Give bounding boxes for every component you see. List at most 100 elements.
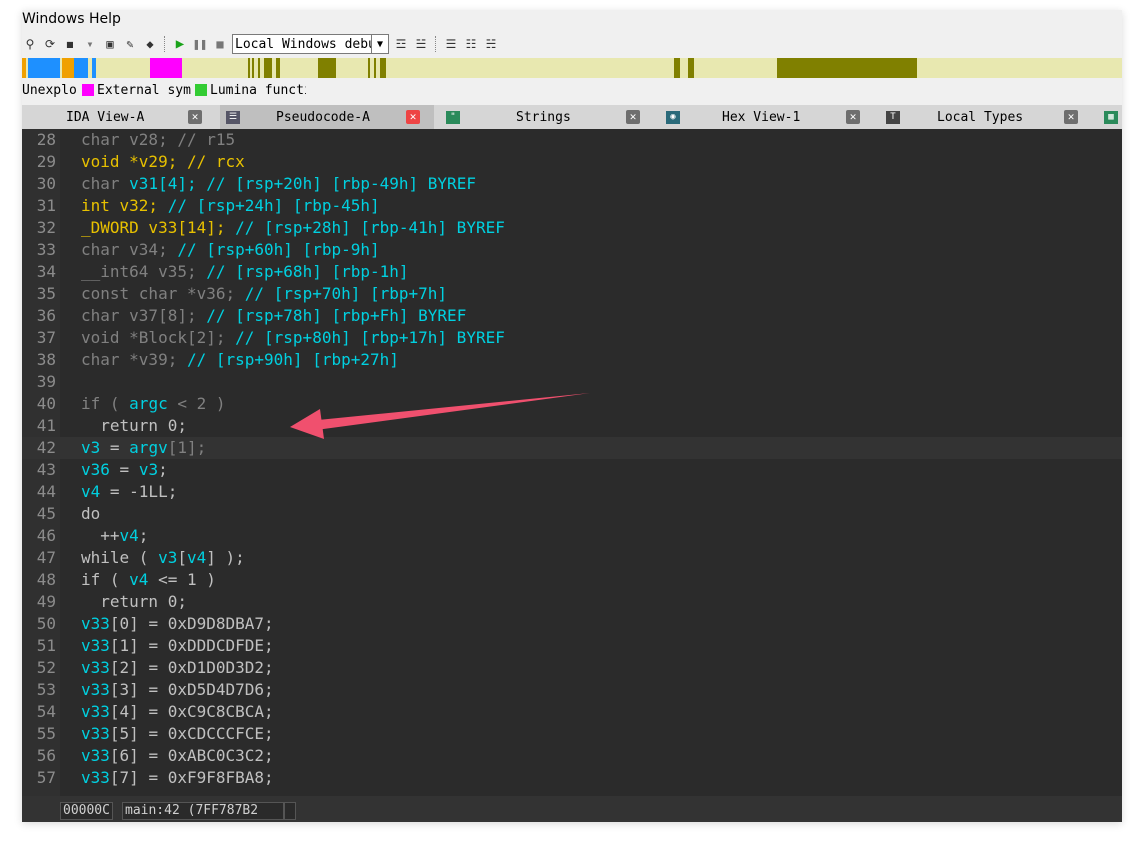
code-line[interactable]: 39 [22,371,1122,393]
code-text: v33[7] = 0xF9F8FBA8; [81,767,274,789]
line-number: 46 [36,526,56,545]
code-line[interactable]: 44 v4 = -1LL; [22,481,1122,503]
tab-bar: IDA View-A ✕ ☰ Pseudocode-A ✕ " Strings … [22,105,1122,129]
code-line[interactable]: 34 __int64 v35; // [rsp+68h] [rbp-1h] [22,261,1122,283]
code-line[interactable]: 46 ++v4; [22,525,1122,547]
dropdown-arrow-icon[interactable]: ▾ [82,36,98,52]
breakpoint-list-icon[interactable]: ☷ [463,36,479,52]
line-number: 43 [36,460,56,479]
line-number: 38 [36,350,56,369]
line-number: 39 [36,372,56,391]
stop-icon[interactable]: ■ [212,36,228,52]
code-line[interactable]: 43 v36 = v3; [22,459,1122,481]
close-icon[interactable]: ✕ [846,110,860,124]
code-line[interactable]: 36 char v37[8]; // [rsp+78h] [rbp+Fh] BYR… [22,305,1122,327]
code-token: [1] = 0xDDDCDFDE; [109,636,274,655]
code-token: ++ [81,526,120,545]
line-number: 47 [36,548,56,567]
attach-icon[interactable]: ☲ [393,36,409,52]
code-token: void *v29; // rcx [81,152,245,171]
edit-icon[interactable]: ✎ [122,36,138,52]
code-line[interactable]: 38 char *v39; // [rsp+90h] [rbp+27h] [22,349,1122,371]
code-line[interactable]: 33 char v34; // [rsp+60h] [rbp-9h] [22,239,1122,261]
code-line[interactable]: 47 while ( v3[v4] ); [22,547,1122,569]
code-text: char v31[4]; // [rsp+20h] [rbp-49h] BYRE… [81,173,476,195]
code-line[interactable]: 52 v33[2] = 0xD1D0D3D2; [22,657,1122,679]
code-token: __int64 v35; [81,262,207,281]
code-line[interactable]: 40 if ( argc < 2 ) [22,393,1122,415]
code-line[interactable]: 42 v3 = argv[1]; [22,437,1122,459]
code-line[interactable]: 56 v33[6] = 0xABC0C3C2; [22,745,1122,767]
line-number: 41 [36,416,56,435]
line-number: 35 [36,284,56,303]
code-line[interactable]: 31 int v32; // [rsp+24h] [rbp-45h] [22,195,1122,217]
line-number: 51 [36,636,56,655]
binoculars-icon[interactable]: ◼ [62,36,78,52]
line-number: 31 [36,196,56,215]
code-line[interactable]: 37 void *Block[2]; // [rsp+80h] [rbp+17h]… [22,327,1122,349]
code-token: const char *v36; [81,284,245,303]
close-icon[interactable]: ✕ [406,110,420,124]
tab-pseudocode-a[interactable]: ☰ Pseudocode-A ✕ [220,105,434,129]
code-line[interactable]: 55 v33[5] = 0xCDCCCFCE; [22,723,1122,745]
menu-windows-help[interactable]: Windows Help [22,10,121,28]
code-token: // [rsp+68h] [rbp-1h] [206,262,409,281]
code-line[interactable]: 32 _DWORD v33[14]; // [rsp+28h] [rbp-41h]… [22,217,1122,239]
code-token: v33 [81,746,110,765]
code-token: ; [138,526,149,545]
tab-label: Strings [516,109,571,125]
diamond-icon[interactable]: ◆ [142,36,158,52]
tab-local-types[interactable]: T Local Types ✕ [880,105,1086,129]
code-token: // [rsp+90h] [rbp+27h] [186,350,399,369]
pseudocode-editor[interactable]: 28 char v28; // r15 29 void *v29; // rcx 30 c… [22,129,1122,796]
code-line[interactable]: 35 const char *v36; // [rsp+70h] [rbp+7h] [22,283,1122,305]
detach-icon[interactable]: ☱ [413,36,429,52]
code-line[interactable]: 41 return 0; [22,415,1122,437]
code-token: v3 [138,460,159,479]
code-text: v33[0] = 0xD9D8DBA7; [81,613,274,635]
tab-overflow[interactable]: ▦ [1100,105,1122,129]
status-bar: 00000C main:42 (7FF787B2 [22,796,1122,822]
code-line[interactable]: 45 do [22,503,1122,525]
code-line[interactable]: 51 v33[1] = 0xDDDCDFDE; [22,635,1122,657]
line-number: 42 [36,438,56,457]
code-line[interactable]: 49 return 0; [22,591,1122,613]
trace-icon[interactable]: ☵ [483,36,499,52]
code-line[interactable]: 54 v33[4] = 0xC9C8CBCA; [22,701,1122,723]
chevron-down-icon[interactable]: ▼ [371,35,388,53]
close-icon[interactable]: ✕ [188,110,202,124]
close-icon[interactable]: ✕ [626,110,640,124]
code-text: return 0; [81,591,187,613]
code-token: v4 [186,548,207,567]
code-token: v3 [81,438,101,457]
code-token: char *v39; [81,350,187,369]
code-line[interactable]: 30 char v31[4]; // [rsp+20h] [rbp-49h] BY… [22,173,1122,195]
code-line[interactable]: 29 void *v29; // rcx [22,151,1122,173]
search-icon[interactable]: ⚲ [22,36,38,52]
code-text: v33[5] = 0xCDCCCFCE; [81,723,274,745]
code-line[interactable]: 48 if ( v4 <= 1 ) [22,569,1122,591]
navigation-band[interactable] [22,58,1122,78]
code-token: v33 [81,636,110,655]
code-token: // [rsp+78h] [rbp+Fh] BYREF [206,306,467,325]
debugger-select[interactable]: Local Windows debugger ▼ [232,34,389,54]
line-number: 48 [36,570,56,589]
code-line[interactable]: 28 char v28; // r15 [22,129,1122,151]
window-icon[interactable]: ▣ [102,36,118,52]
play-icon[interactable]: ▶ [172,36,188,52]
line-number: 55 [36,724,56,743]
code-line[interactable]: 50 v33[0] = 0xD9D8DBA7; [22,613,1122,635]
list-icon[interactable]: ☰ [443,36,459,52]
refresh-icon[interactable]: ⟳ [42,36,58,52]
code-text: char *v39; // [rsp+90h] [rbp+27h] [81,349,399,371]
code-text: v33[6] = 0xABC0C3C2; [81,745,274,767]
close-icon[interactable]: ✕ [1064,110,1078,124]
code-line[interactable]: 57 v33[7] = 0xF9F8FBA8; [22,767,1122,789]
pause-icon[interactable]: ❚❚ [192,36,208,52]
code-text: v36 = v3; [81,459,168,481]
tab-strings[interactable]: " Strings ✕ [440,105,646,129]
code-line[interactable]: 53 v33[3] = 0xD5D4D7D6; [22,679,1122,701]
code-token: [3] = 0xD5D4D7D6; [109,680,274,699]
tab-ida-view-a[interactable]: IDA View-A ✕ [22,105,218,129]
tab-hex-view-1[interactable]: ◉ Hex View-1 ✕ [660,105,866,129]
